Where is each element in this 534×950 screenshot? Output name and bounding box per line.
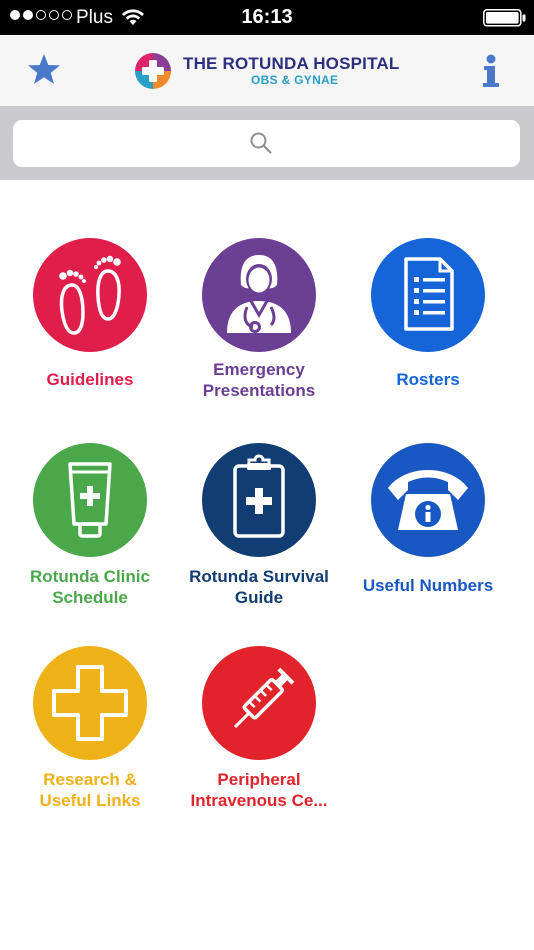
navigation-bar: THE ROTUNDA HOSPITAL OBS & GYNAE [0,35,534,107]
cream-tube-icon [30,440,150,560]
clipboard-icon [199,440,319,560]
search-bar-container [0,107,534,180]
tile-label: Peripheral Intravenous Ce... [190,770,328,810]
search-icon [250,132,272,154]
battery-icon [483,9,526,27]
logo-subtitle: OBS & GYNAE [251,73,339,87]
document-icon [368,235,488,355]
tile-label: Rotunda Survival Guide [189,567,329,607]
tile-label: Rotunda Clinic Schedule [30,567,150,607]
status-bar: Plus 16:13 [0,0,534,35]
footprints-icon [30,235,150,355]
cross-icon [30,643,150,763]
tile-label: Rosters [396,370,460,389]
tile-label: Research & Useful Links [39,770,141,810]
syringe-icon [199,643,319,763]
tile-label: Emergency Presentations [202,360,316,400]
rotunda-logo-icon [135,53,171,89]
doctor-icon [199,235,319,355]
logo-title: THE ROTUNDA HOSPITAL [183,54,400,73]
tile-label: Guidelines [46,370,134,389]
telephone-icon [368,440,488,560]
info-icon[interactable] [478,53,504,89]
clock: 16:13 [241,6,293,28]
tile-label: Useful Numbers [362,576,494,595]
menu-grid: Guidelines Emergency Presentations Roste… [0,180,534,950]
hospital-logo: THE ROTUNDA HOSPITAL OBS & GYNAE [133,51,399,91]
star-icon[interactable] [25,51,63,89]
